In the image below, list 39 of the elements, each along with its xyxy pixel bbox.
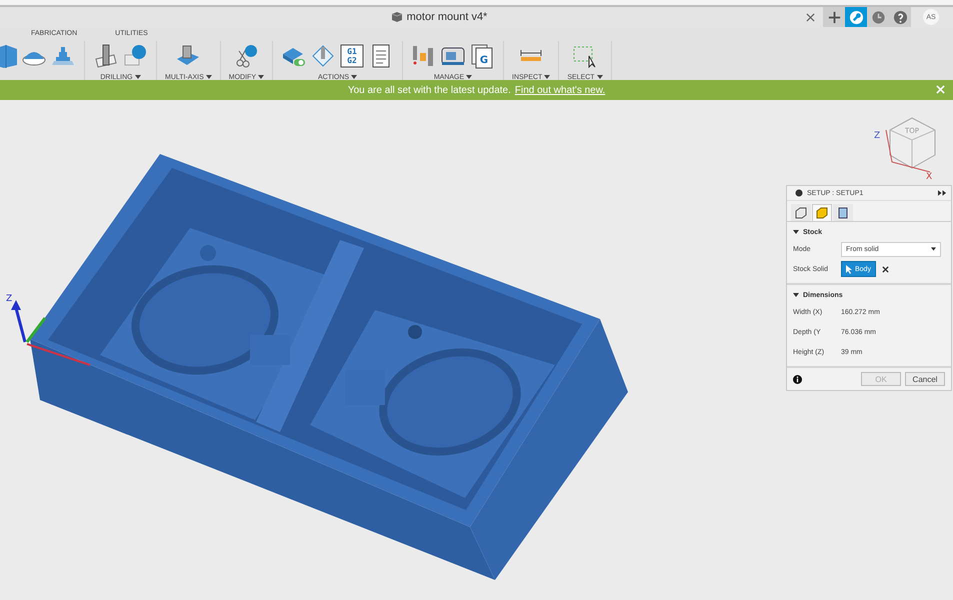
add-icon <box>826 10 842 24</box>
close-icon <box>806 12 815 22</box>
axis-label: Z <box>874 131 880 141</box>
pointer-icon <box>846 264 852 274</box>
close-icon <box>882 266 889 272</box>
banner-message: You are all set with the latest update. <box>348 84 511 96</box>
toolbar-tool-button[interactable]: G1 G2 <box>339 43 365 69</box>
stock-icon <box>816 207 828 219</box>
tool-tab[interactable] <box>791 204 811 221</box>
code-text: G1 <box>347 47 357 56</box>
doc-letter: G <box>480 55 488 66</box>
setup-icon <box>795 189 803 197</box>
clock-button[interactable] <box>867 7 889 27</box>
clock-icon <box>870 10 886 24</box>
document-title: motor mount v4* <box>406 11 488 23</box>
job-status-icon <box>848 10 864 24</box>
tool-icon <box>795 207 807 219</box>
section-toggle-icon[interactable] <box>793 230 799 234</box>
cube-icon <box>390 11 403 23</box>
toolbar-tool-button[interactable]: G <box>469 43 495 69</box>
axis-label: X <box>926 172 932 182</box>
caret-icon <box>931 247 936 251</box>
section-toggle-icon[interactable] <box>793 293 799 297</box>
help-button[interactable] <box>889 7 911 27</box>
stock-tab[interactable] <box>812 204 832 221</box>
job-status-button[interactable] <box>845 7 867 27</box>
view-cube[interactable] <box>886 117 936 172</box>
expand-icon[interactable] <box>938 190 947 196</box>
code-text: G2 <box>347 56 357 65</box>
drill-icon <box>93 43 119 69</box>
post-tab[interactable] <box>833 204 853 221</box>
close-banner-button[interactable] <box>936 85 945 94</box>
toolbar-tool-button[interactable] <box>93 43 119 69</box>
axis-label: Z <box>6 294 12 304</box>
info-icon[interactable] <box>793 374 802 384</box>
close-icon <box>936 85 945 94</box>
dialog-button[interactable]: Cancel <box>905 372 945 386</box>
help-icon <box>892 10 908 24</box>
add-button[interactable] <box>823 7 845 27</box>
